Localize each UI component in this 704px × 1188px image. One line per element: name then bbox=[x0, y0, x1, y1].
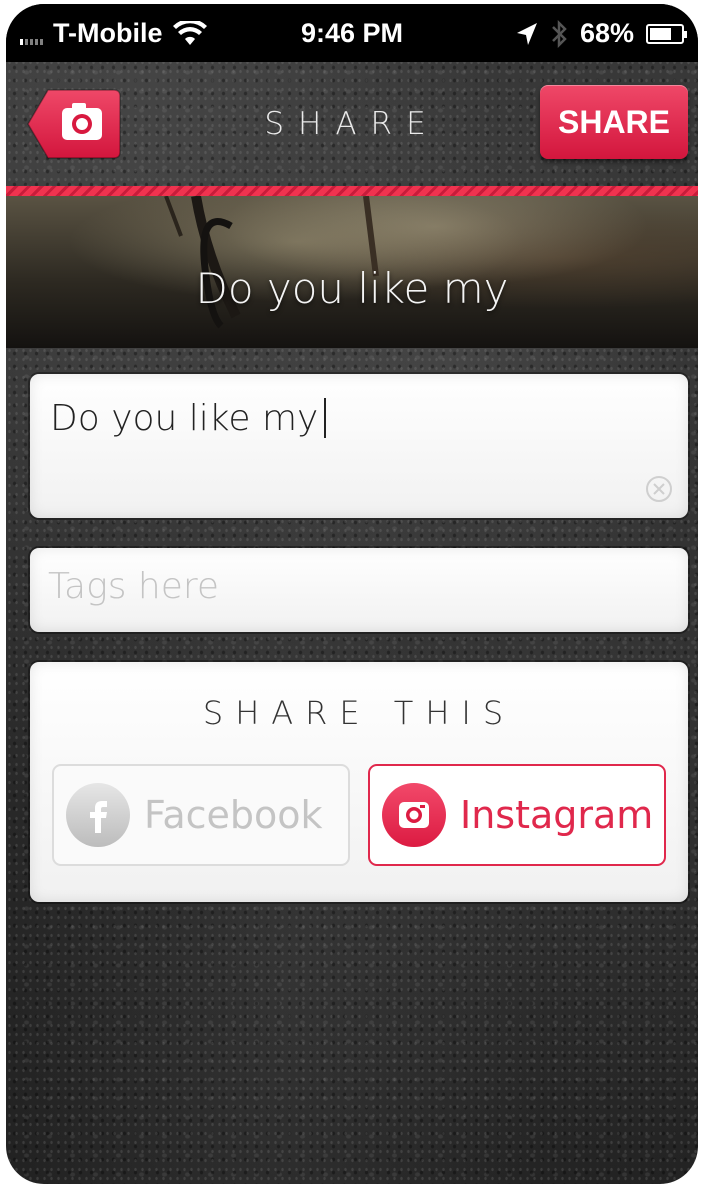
instagram-icon bbox=[382, 783, 446, 847]
location-arrow-icon bbox=[516, 22, 537, 45]
caption-value: Do you like my bbox=[50, 398, 319, 439]
battery-percent: 68% bbox=[579, 18, 634, 48]
caption-field[interactable]: Do you like my bbox=[30, 374, 688, 518]
facebook-option[interactable]: Facebook bbox=[52, 764, 350, 866]
facebook-icon bbox=[66, 783, 130, 847]
caption-input[interactable]: Do you like my bbox=[50, 398, 327, 439]
battery-icon bbox=[646, 23, 687, 44]
text-cursor bbox=[324, 398, 327, 438]
phone-screen: T-Mobile 9:46 PM 68% SHARE SHARE Do you … bbox=[6, 4, 698, 1184]
accent-divider bbox=[6, 186, 698, 196]
banner-caption: Do you like my bbox=[195, 264, 509, 313]
status-right: 68% bbox=[516, 18, 687, 49]
share-this-title: SHARE THIS bbox=[202, 694, 516, 732]
tags-input[interactable] bbox=[48, 566, 648, 607]
instagram-label: Instagram bbox=[460, 793, 654, 837]
photo-preview: Do you like my bbox=[6, 196, 698, 348]
nav-bar: SHARE SHARE bbox=[6, 62, 698, 186]
tags-field[interactable] bbox=[30, 548, 688, 632]
instagram-option[interactable]: Instagram bbox=[368, 764, 666, 866]
share-this-panel: SHARE THIS Facebook Instagram bbox=[30, 662, 688, 902]
facebook-label: Facebook bbox=[144, 793, 323, 837]
status-bar: T-Mobile 9:46 PM 68% bbox=[6, 4, 698, 62]
clear-icon[interactable] bbox=[644, 474, 674, 504]
share-button[interactable]: SHARE bbox=[540, 85, 688, 159]
bluetooth-icon bbox=[552, 19, 567, 48]
